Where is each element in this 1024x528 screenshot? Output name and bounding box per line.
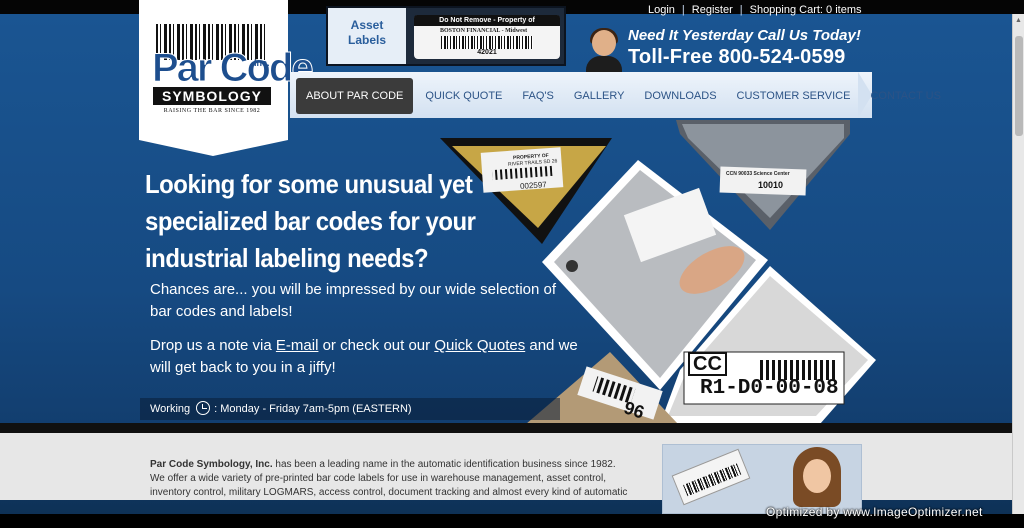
quick-quotes-link[interactable]: Quick Quotes — [434, 337, 525, 354]
logo-inc: Inc. — [254, 58, 270, 68]
register-link[interactable]: Register — [692, 4, 733, 16]
photo-tag-2-number: 10010 — [758, 180, 784, 190]
working-label: Working — [150, 403, 191, 415]
nav-quick-quote[interactable]: QUICK QUOTE — [415, 78, 512, 114]
callout-text: Need It Yesterday Call Us Today! — [628, 27, 861, 44]
top-links: Login | Register | Shopping Cart: 0 items — [648, 4, 862, 16]
hero-title-line1: Looking for some unusual yet — [145, 169, 473, 199]
clock-icon — [196, 401, 211, 416]
login-link[interactable]: Login — [648, 4, 675, 16]
scroll-up-icon[interactable]: ▲ — [1015, 17, 1022, 24]
nav-about-par-code[interactable]: ABOUT PAR CODE — [296, 78, 414, 114]
intro-text: Par Code Symbology, Inc. has been a lead… — [150, 458, 632, 500]
asset-heading-line2: Labels — [347, 33, 386, 47]
nav-gallery[interactable]: GALLERY — [564, 78, 635, 114]
photo-tag-2-text: CCN 90033 Science Center — [726, 171, 790, 177]
logo-panel-point — [139, 140, 288, 156]
nav-faqs[interactable]: FAQ'S — [512, 78, 563, 114]
asset-label-sample: Do Not Remove - Property of BOSTON FINAN… — [414, 15, 560, 59]
support-agent-image — [586, 28, 622, 74]
asset-heading-line1: Asset — [350, 18, 384, 32]
scroll-thumb[interactable] — [1015, 36, 1023, 136]
asset-label-number: 42021 — [477, 49, 497, 56]
logo-symbology: SYMBOLOGY — [153, 87, 271, 105]
side-person-image — [793, 447, 841, 513]
shopping-cart-link[interactable]: Shopping Cart: 0 items — [750, 4, 862, 16]
side-promo-image[interactable] — [662, 444, 862, 514]
hero-paragraph-1: Chances are... you will be impressed by … — [150, 281, 557, 320]
top-link-separator: | — [681, 4, 685, 16]
hero-title: Looking for some unusual yet specialized… — [145, 166, 476, 277]
hero-title-line3: industrial labeling needs? — [145, 243, 429, 273]
nav-contact-us[interactable]: CONTACT US — [860, 78, 951, 114]
logo-name: Par Code — [152, 46, 315, 90]
photo-tag-3-number: R1-D0-00-08 — [700, 377, 839, 400]
photo-tag-1-number: 002597 — [519, 180, 547, 191]
working-hours: : Monday - Friday 7am-5pm (EASTERN) — [214, 403, 412, 415]
content-divider — [0, 423, 1012, 433]
asset-labels-heading: Asset Labels — [328, 8, 406, 64]
intro-lead: Par Code Symbology, Inc. — [150, 459, 273, 470]
working-hours-bar: Working : Monday - Friday 7am-5pm (EASTER… — [140, 398, 560, 420]
top-link-separator: | — [739, 4, 743, 16]
asset-label-company: BOSTON FINANCIAL - Midwest — [440, 28, 528, 34]
asset-labels-banner[interactable]: Asset Labels Do Not Remove - Property of… — [326, 6, 566, 66]
asset-label-head: Do Not Remove - Property of — [414, 15, 560, 26]
logo-tagline: RAISING THE BAR SINCE 1982 — [163, 108, 261, 114]
hero-p2-start: Drop us a note via — [150, 337, 276, 354]
hero-p2-mid: or check out our — [318, 337, 435, 354]
hero-title-line2: specialized bar codes for your — [145, 206, 476, 236]
nav-customer-service[interactable]: CUSTOMER SERVICE — [727, 78, 861, 114]
email-link[interactable]: E-mail — [276, 337, 319, 354]
side-label-image — [671, 448, 751, 506]
asset-barcode-icon — [441, 36, 533, 49]
vertical-scrollbar[interactable]: ▲ — [1012, 14, 1024, 514]
photo-tag-3-code: CC — [688, 352, 727, 376]
nav-downloads[interactable]: DOWNLOADS — [634, 78, 726, 114]
toll-free-phone[interactable]: Toll-Free 800-524-0599 — [628, 46, 845, 69]
watermark: Optimized by www.ImageOptimizer.net — [766, 505, 983, 519]
hero-paragraph-2: Drop us a note via E-mail or check out o… — [150, 335, 580, 379]
main-nav: ABOUT PAR CODE QUICK QUOTE FAQ'S GALLERY… — [296, 78, 951, 114]
